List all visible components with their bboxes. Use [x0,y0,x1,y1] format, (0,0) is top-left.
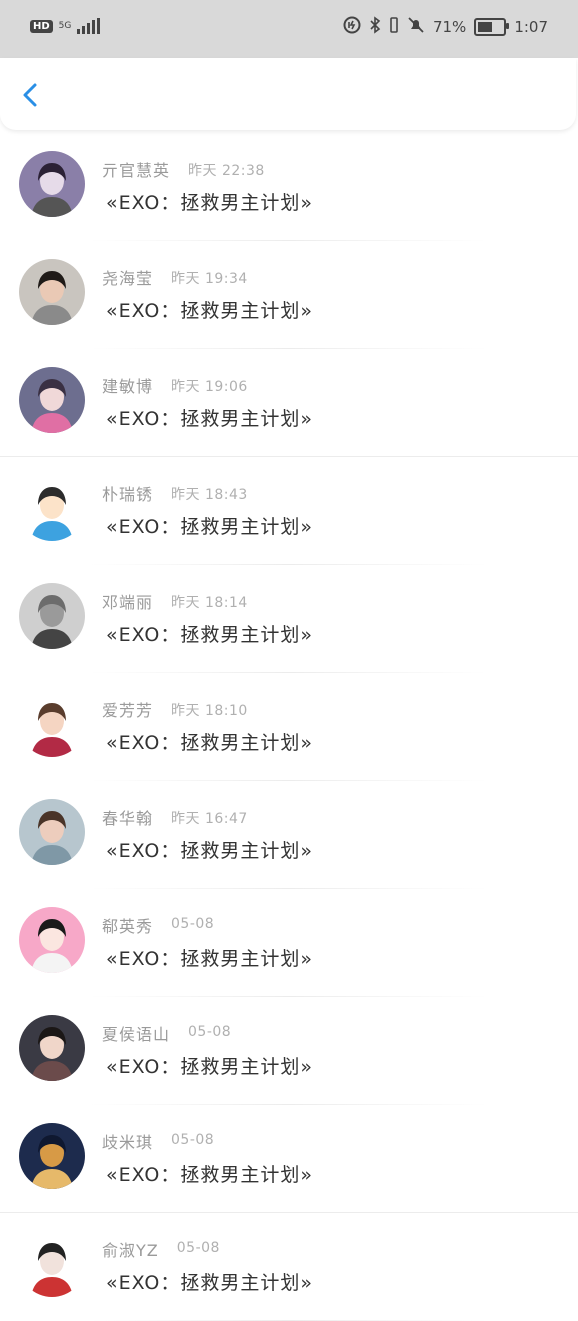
battery-icon [474,18,510,36]
avatar[interactable] [19,367,85,433]
comment-item[interactable]: 俞淑YZ 05-08 «EXO：拯救男主计划» [0,1213,578,1321]
commenter-name[interactable]: 邓端丽 [102,589,153,613]
data-saver-icon [343,16,361,38]
commenter-name[interactable]: 俞淑YZ [102,1237,159,1261]
book-title[interactable]: «EXO：拯救男主计划» [106,296,313,323]
comment-time: 昨天 22:38 [188,163,265,179]
commenter-name[interactable]: 建敏博 [102,373,153,397]
commenter-name[interactable]: 春华翰 [102,805,153,829]
vibrate-icon [389,16,399,38]
avatar[interactable] [19,583,85,649]
comment-item[interactable]: 尧海莹 昨天 19:34 «EXO：拯救男主计划» [0,241,578,349]
commenter-name[interactable]: 夏侯语山 [102,1021,170,1045]
book-title[interactable]: «EXO：拯救男主计划» [106,728,313,755]
hd-icon: HD [30,19,53,33]
status-left: HD 5G [30,18,101,34]
commenter-name[interactable]: 朴瑞锈 [102,481,153,505]
avatar[interactable] [19,799,85,865]
battery-text: 71% [432,18,467,36]
comment-item[interactable]: 建敏博 昨天 19:06 «EXO：拯救男主计划» [0,349,578,457]
comment-time: 昨天 18:43 [171,487,248,503]
comment-item[interactable]: 朴瑞锈 昨天 18:43 «EXO：拯救男主计划» [0,457,578,565]
comment-time: 昨天 16:47 [171,811,248,827]
comment-item[interactable]: 歧米琪 05-08 «EXO：拯救男主计划» [0,1105,578,1213]
book-title[interactable]: «EXO：拯救男主计划» [106,1052,313,1079]
status-right: 71% 1:07 [343,16,548,38]
book-title[interactable]: «EXO：拯救男主计划» [106,188,313,215]
comment-time: 昨天 19:34 [171,271,248,287]
comment-item[interactable]: 郗英秀 05-08 «EXO：拯救男主计划» [0,889,578,997]
avatar[interactable] [19,475,85,541]
bluetooth-icon [369,16,381,38]
comment-time: 昨天 18:10 [171,703,248,719]
book-title[interactable]: «EXO：拯救男主计划» [106,1268,313,1295]
mute-icon [407,16,425,38]
commenter-name[interactable]: 郗英秀 [102,913,153,937]
commenter-name[interactable]: 亓官慧英 [102,157,170,181]
comment-item[interactable]: 爱芳芳 昨天 18:10 «EXO：拯救男主计划» [0,673,578,781]
commenter-name[interactable]: 歧米琪 [102,1129,153,1153]
status-bar: HD 5G 71% 1:07 [0,0,578,58]
avatar[interactable] [19,1015,85,1081]
clock: 1:07 [514,18,548,36]
book-title[interactable]: «EXO：拯救男主计划» [106,1160,313,1187]
comment-time: 05-08 [176,1240,220,1256]
comment-time: 05-08 [171,1132,215,1148]
signal-icon [77,18,101,34]
comment-item[interactable]: 亓官慧英 昨天 22:38 «EXO：拯救男主计划» [0,133,578,241]
comment-time: 昨天 18:14 [171,595,248,611]
book-title[interactable]: «EXO：拯救男主计划» [106,620,313,647]
comment-list: 亓官慧英 昨天 22:38 «EXO：拯救男主计划» 尧海莹 昨天 19:34 «EXO：… [0,133,578,1321]
avatar[interactable] [19,907,85,973]
book-title[interactable]: «EXO：拯救男主计划» [106,836,313,863]
avatar[interactable] [19,151,85,217]
top-nav-bar [0,58,576,130]
network-type: 5G [58,20,72,31]
comment-item[interactable]: 春华翰 昨天 16:47 «EXO：拯救男主计划» [0,781,578,889]
book-title[interactable]: «EXO：拯救男主计划» [106,512,313,539]
avatar[interactable] [19,259,85,325]
commenter-name[interactable]: 爱芳芳 [102,697,153,721]
commenter-name[interactable]: 尧海莹 [102,265,153,289]
avatar[interactable] [19,691,85,757]
comment-time: 05-08 [171,916,215,932]
avatar[interactable] [19,1123,85,1189]
comment-item[interactable]: 邓端丽 昨天 18:14 «EXO：拯救男主计划» [0,565,578,673]
comment-time: 昨天 19:06 [171,379,248,395]
book-title[interactable]: «EXO：拯救男主计划» [106,404,313,431]
book-title[interactable]: «EXO：拯救男主计划» [106,944,313,971]
comment-item[interactable]: 夏侯语山 05-08 «EXO：拯救男主计划» [0,997,578,1105]
avatar[interactable] [19,1231,85,1297]
back-chevron-icon[interactable] [16,80,46,110]
comment-time: 05-08 [188,1024,232,1040]
